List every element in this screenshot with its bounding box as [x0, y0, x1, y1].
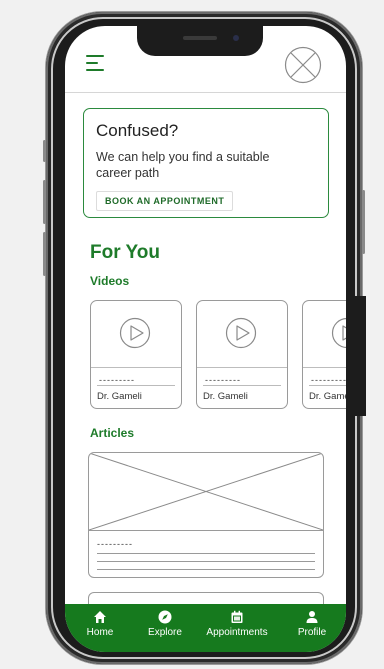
phone-mute-switch — [43, 140, 46, 162]
nav-home-label: Home — [86, 627, 114, 638]
play-icon[interactable] — [225, 317, 257, 349]
article-text-line — [97, 569, 315, 570]
hamburger-menu-icon[interactable] — [86, 55, 104, 71]
phone-volume-down — [43, 232, 46, 276]
for-you-heading: For You — [90, 242, 161, 263]
home-icon — [94, 611, 106, 623]
nav-appointments-label: Appointments — [206, 627, 268, 638]
article-image-placeholder — [89, 453, 323, 531]
video-title-placeholder: --------- — [205, 375, 241, 385]
nav-profile[interactable]: Profile — [277, 610, 346, 638]
video-card[interactable]: --------- Dr. Gameli — [196, 300, 288, 409]
phone-power-button — [362, 190, 365, 254]
header-divider — [65, 92, 346, 93]
nav-profile-label: Profile — [297, 627, 327, 638]
image-placeholder-icon[interactable] — [284, 46, 322, 84]
speaker-grille — [183, 36, 217, 40]
video-author: Dr. Gameli — [97, 391, 142, 402]
article-text-line — [97, 553, 315, 554]
nav-explore[interactable]: Explore — [130, 610, 200, 638]
video-thumbnail — [197, 301, 287, 368]
bottom-navigation: Home Explore Appointments Profile — [65, 604, 346, 652]
user-icon — [306, 611, 318, 623]
videos-heading: Videos — [90, 274, 130, 288]
video-title-placeholder: --------- — [99, 375, 135, 385]
phone-volume-up — [43, 180, 46, 224]
nav-explore-label: Explore — [148, 627, 182, 638]
card-description: We can help you find a suitable career p… — [96, 150, 270, 180]
play-icon[interactable] — [119, 317, 151, 349]
book-appointment-button[interactable]: BOOK AN APPOINTMENT — [96, 191, 234, 211]
article-title-placeholder: --------- — [97, 539, 133, 549]
article-card[interactable]: --------- — [88, 452, 324, 578]
video-thumbnail — [91, 301, 181, 368]
video-divider — [97, 385, 175, 386]
career-help-card: Confused? We can help you find a suitabl… — [83, 108, 329, 218]
video-divider — [203, 385, 281, 386]
nav-appointments[interactable]: Appointments — [202, 610, 272, 638]
articles-heading: Articles — [90, 426, 135, 440]
video-author: Dr. Gameli — [203, 391, 248, 402]
phone-notch — [137, 26, 263, 56]
article-text-line — [97, 561, 315, 562]
nav-home[interactable]: Home — [65, 610, 135, 638]
video-card[interactable]: --------- Dr. Gameli — [90, 300, 182, 409]
front-camera — [233, 35, 239, 41]
calendar-icon — [231, 610, 243, 623]
video-title-placeholder: --------- — [311, 375, 347, 385]
card-title: Confused? — [96, 121, 179, 140]
compass-icon — [158, 610, 172, 624]
screen-edge-mask — [346, 296, 366, 416]
